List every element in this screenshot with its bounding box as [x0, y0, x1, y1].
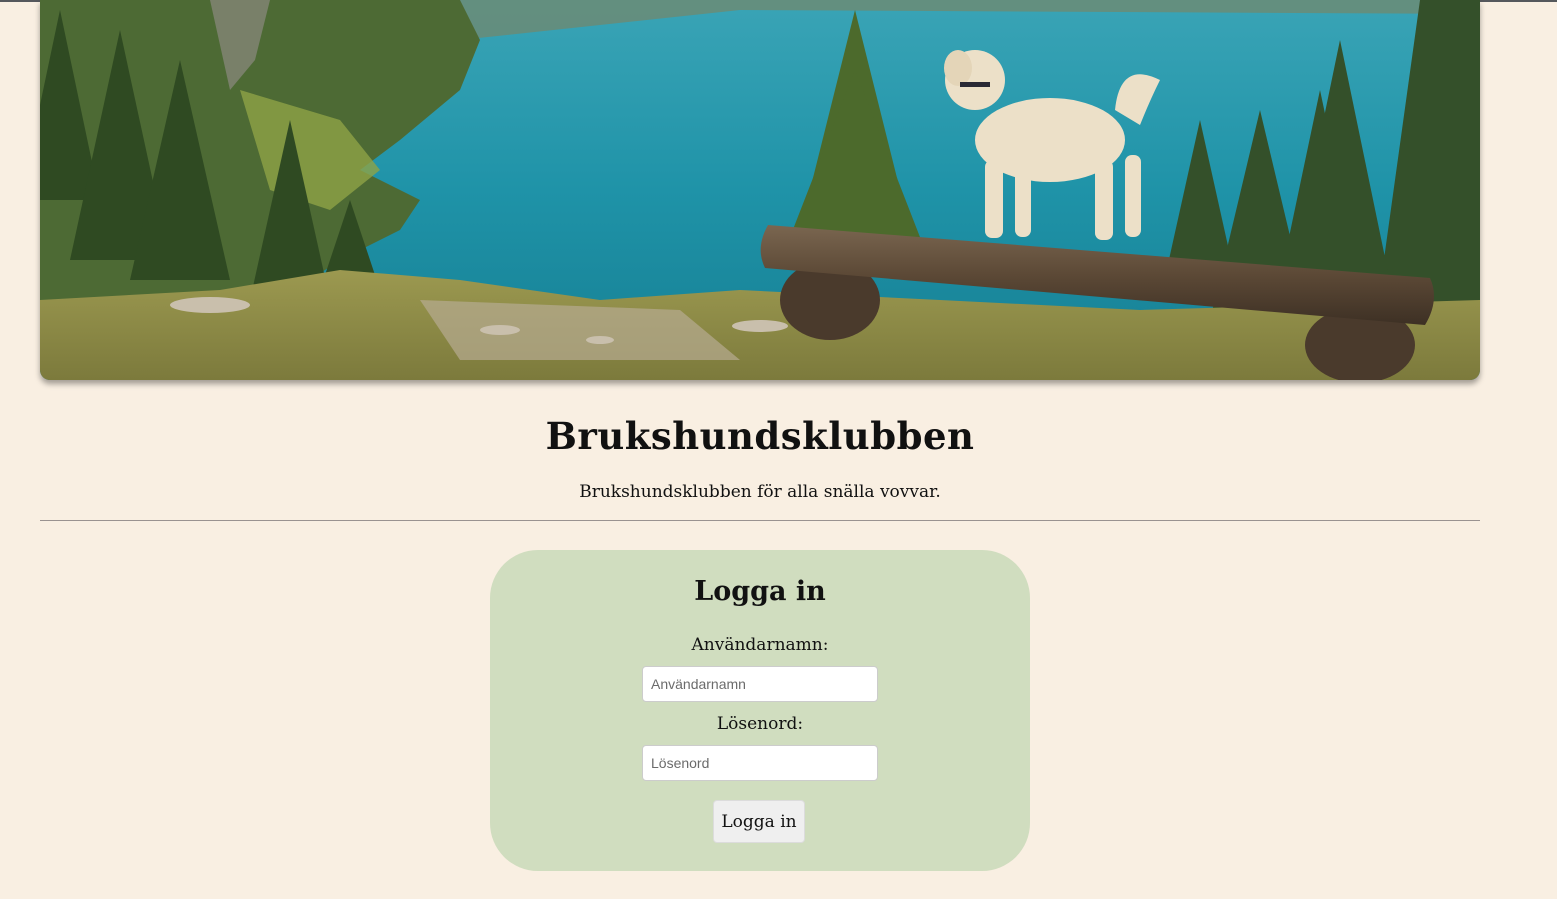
site-title: Brukshundsklubben: [545, 414, 975, 458]
username-input[interactable]: [642, 666, 878, 702]
site-tagline: Brukshundsklubben för alla snälla vovvar…: [579, 482, 941, 502]
password-input[interactable]: [642, 745, 878, 781]
username-label: Användarnamn:: [691, 635, 829, 655]
login-button[interactable]: Logga in: [713, 800, 805, 843]
password-label: Lösenord:: [716, 714, 804, 734]
login-title: Logga in: [694, 576, 826, 607]
hero-banner: [40, 0, 1480, 380]
hero-image: [40, 0, 1480, 380]
login-form: Logga in Användarnamn: Lösenord: Logga i…: [490, 550, 1030, 871]
section-divider: [40, 520, 1480, 521]
